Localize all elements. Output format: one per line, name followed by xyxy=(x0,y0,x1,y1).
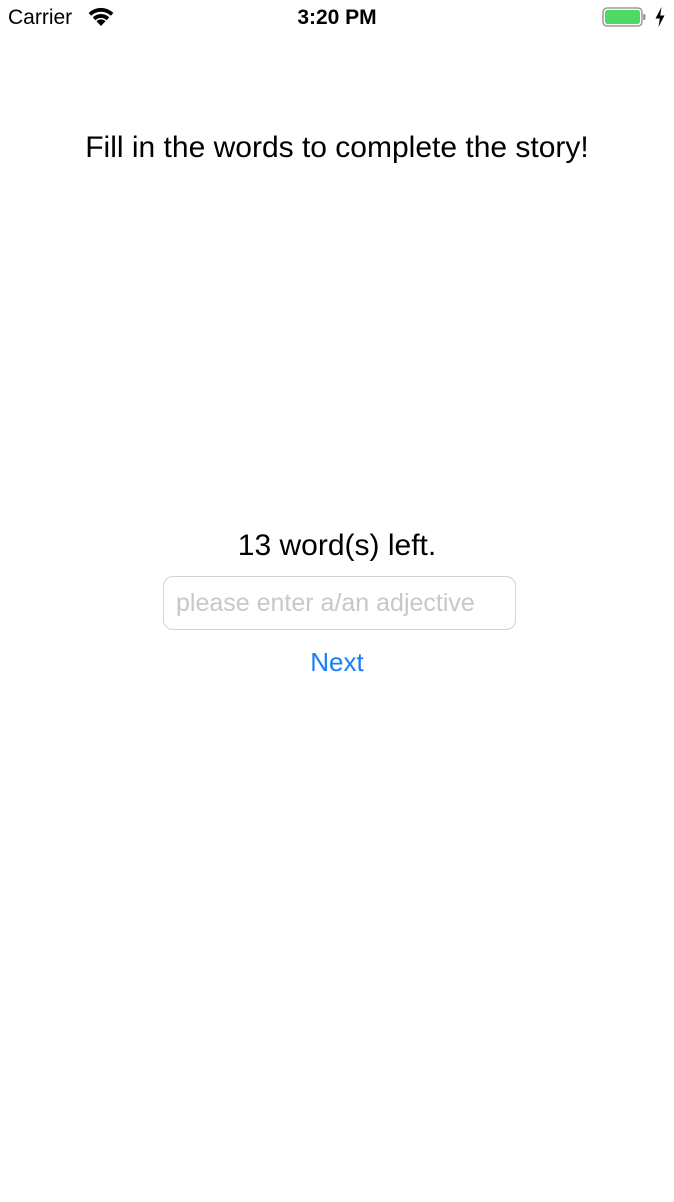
words-left-counter: 13 word(s) left. xyxy=(237,529,437,562)
battery-icon xyxy=(602,7,646,27)
status-time: 3:20 PM xyxy=(297,6,377,29)
story-instruction: Fill in the words to complete the story! xyxy=(85,131,589,164)
app-screen: Carrier 3:20 PM Fill in the words to com… xyxy=(0,0,674,1202)
word-input[interactable] xyxy=(163,576,516,630)
status-bar: Carrier 3:20 PM xyxy=(0,0,674,40)
charging-bolt-icon xyxy=(654,6,666,28)
next-button[interactable]: Next xyxy=(287,640,387,684)
